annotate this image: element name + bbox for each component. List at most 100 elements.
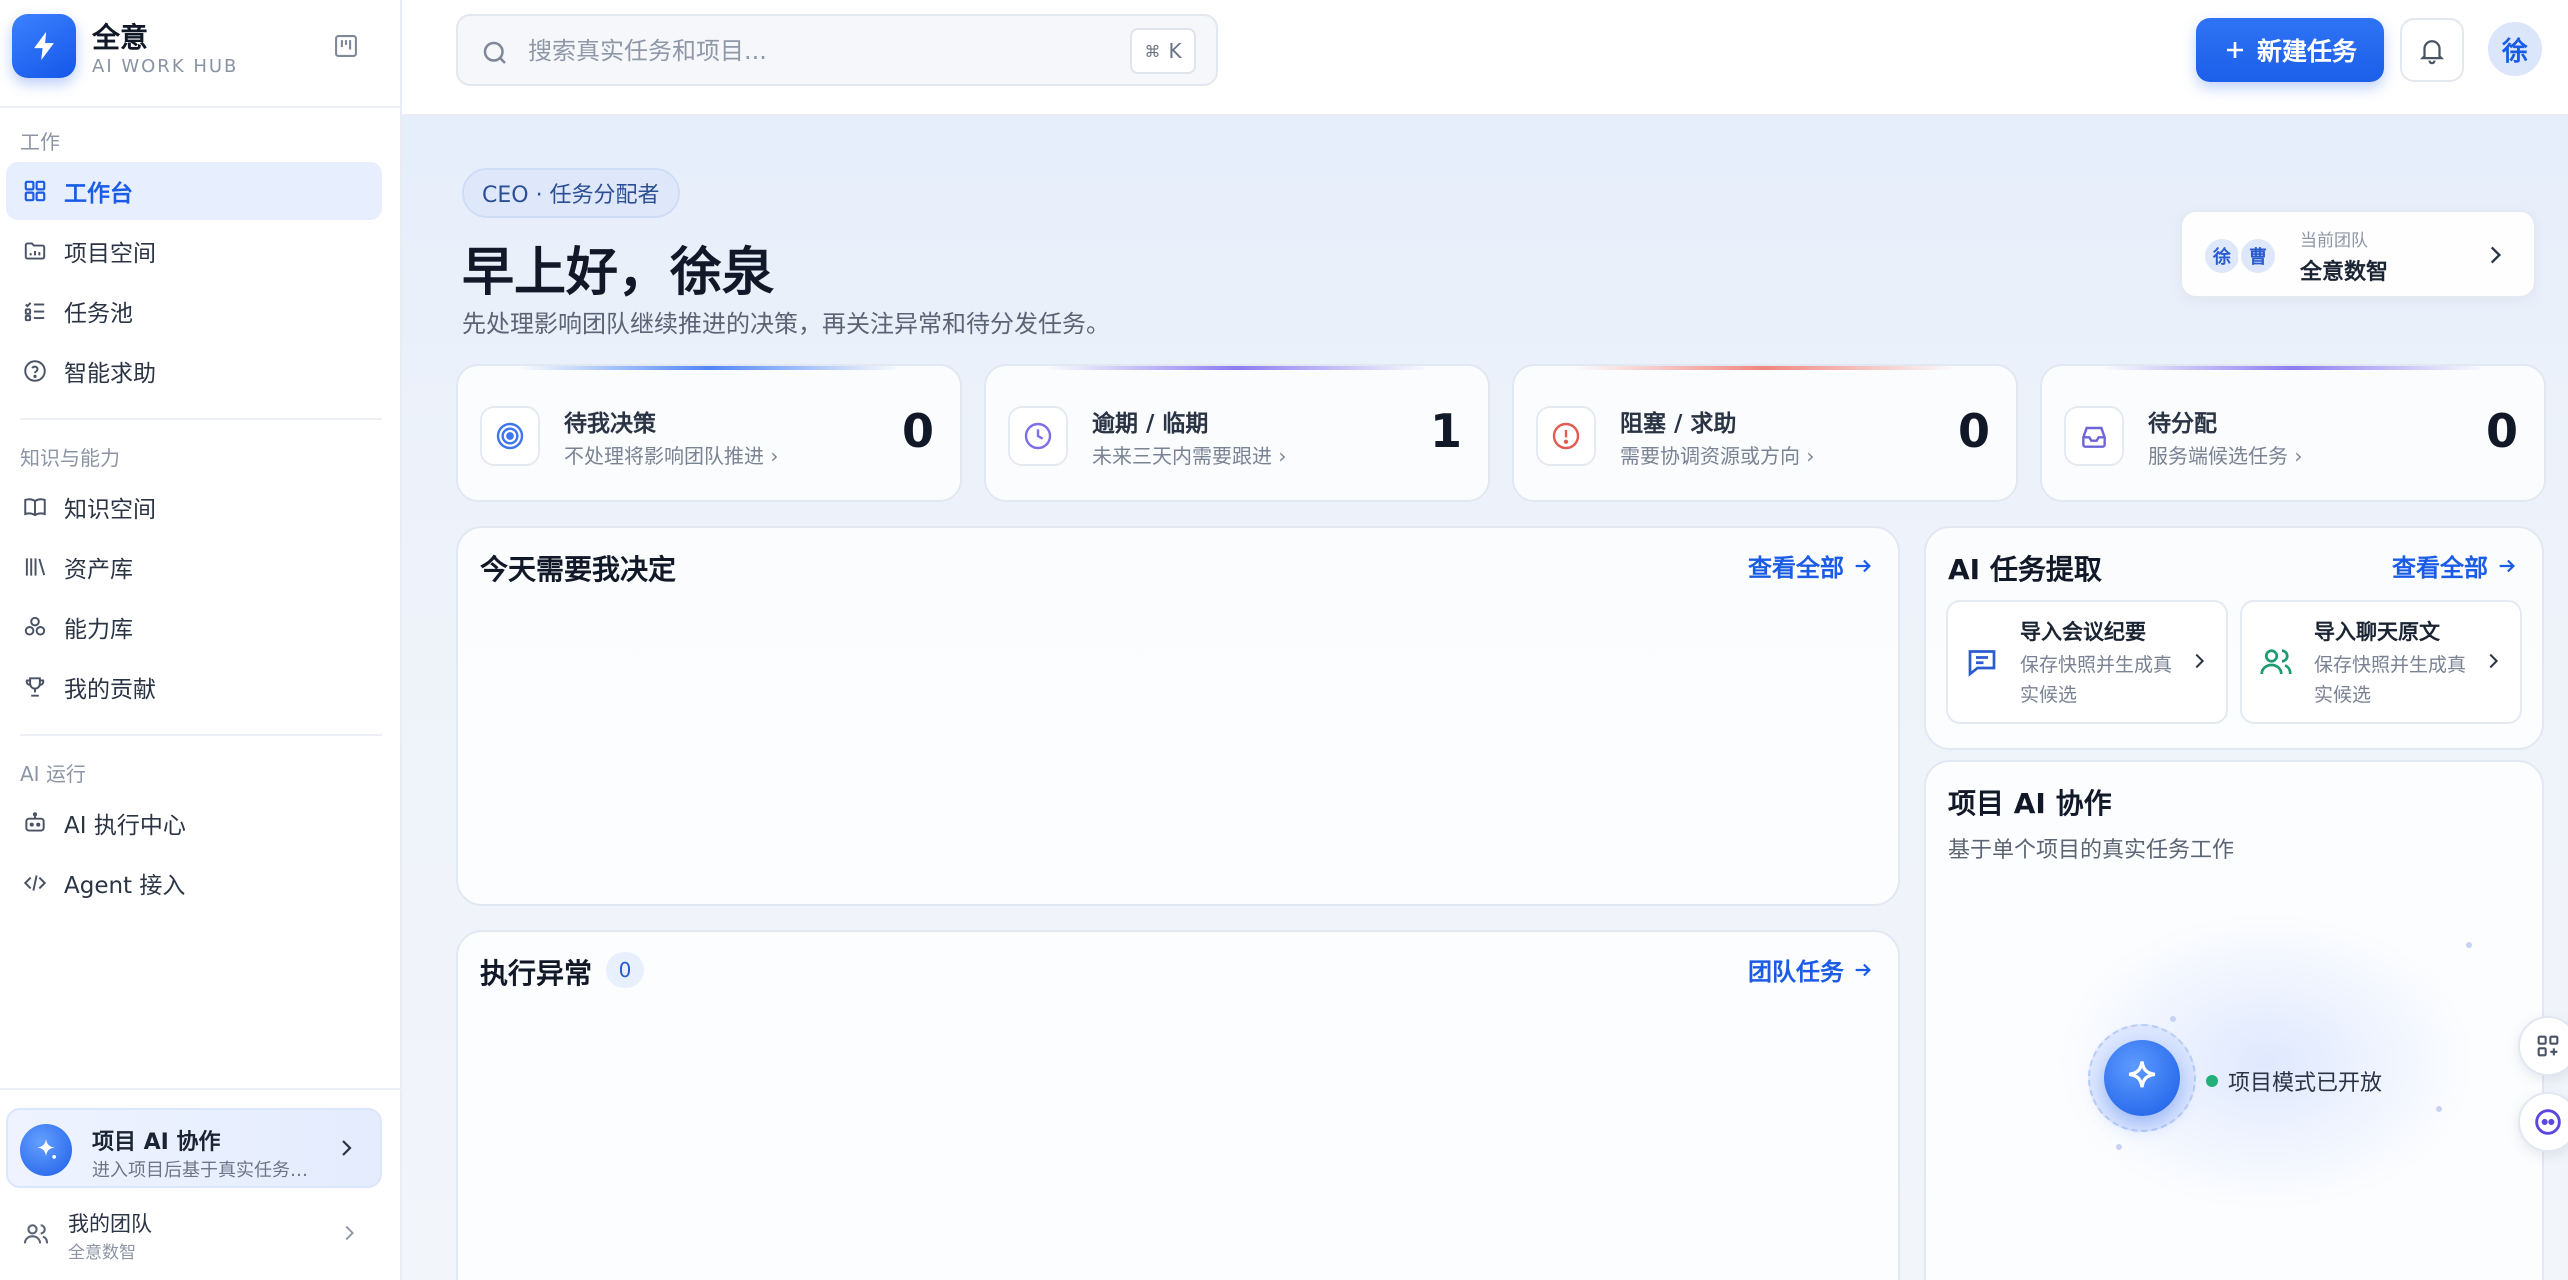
team-member-avatar: 徐 bbox=[2202, 236, 2242, 276]
stat-card-blocked[interactable]: 阻塞 / 求助 需要协调资源或方向 › 0 bbox=[1512, 364, 2018, 502]
panel-title: 执行异常 bbox=[480, 957, 593, 990]
stat-card-to-assign[interactable]: 待分配 服务端候选任务 › 0 bbox=[2040, 364, 2546, 502]
my-team-entry[interactable]: 我的团队 全意数智 bbox=[6, 1202, 382, 1266]
decor-dot bbox=[2170, 1016, 2176, 1022]
sidebar-item-label: AI 执行中心 bbox=[64, 813, 186, 839]
sidebar-item-knowledge-space[interactable]: 知识空间 bbox=[6, 478, 382, 536]
library-icon bbox=[25, 558, 46, 576]
notifications-button[interactable] bbox=[2400, 18, 2464, 82]
stat-card-pending-decisions[interactable]: 待我决策 不处理将影响团队推进 › 0 bbox=[456, 364, 962, 502]
panel-ai-task-extraction: AI 任务提取 查看全部 导入会议纪要 保存快照并生成真实候选 导入聊天原文 保… bbox=[1924, 526, 2544, 750]
import-meeting-notes-card[interactable]: 导入会议纪要 保存快照并生成真实候选 bbox=[1946, 600, 2228, 724]
sidebar-item-capability-library[interactable]: 能力库 bbox=[6, 598, 382, 656]
brand-logo[interactable] bbox=[12, 14, 76, 78]
search-shortcut-badge: ⌘ K bbox=[1130, 28, 1196, 74]
stat-icon-box bbox=[480, 406, 540, 466]
nav-section-work: 工作 bbox=[20, 130, 60, 154]
stat-subtitle: 需要协调资源或方向 › bbox=[1620, 444, 1815, 468]
sparkle-icon bbox=[37, 1138, 56, 1159]
help-circle-icon bbox=[24, 360, 46, 382]
stat-value: 0 bbox=[1957, 404, 1990, 458]
shortcut-key: K bbox=[1168, 39, 1182, 63]
sidebar-item-smart-help[interactable]: 智能求助 bbox=[6, 342, 382, 400]
decor-dot bbox=[2466, 942, 2472, 948]
import-card-desc: 保存快照并生成真实候选 bbox=[2314, 654, 2467, 706]
ai-collab-avatar bbox=[20, 1124, 72, 1176]
project-mode-status: 项目模式已开放 bbox=[2206, 1065, 2382, 1097]
topbar: ⌘ K 新建任务 徐 bbox=[402, 0, 2568, 116]
search-input[interactable] bbox=[528, 30, 1088, 72]
greeting-subtitle: 先处理影响团队继续推进的决策，再关注异常和待分发任务。 bbox=[462, 310, 1110, 338]
sidebar-item-label: 资产库 bbox=[64, 557, 133, 583]
current-team-switcher[interactable]: 徐 曹 当前团队 全意数智 bbox=[2180, 210, 2536, 298]
my-team-name: 全意数智 bbox=[68, 1243, 136, 1263]
view-all-extractions-link[interactable]: 查看全部 bbox=[2392, 548, 2518, 583]
assistant-icon bbox=[2535, 1109, 2561, 1135]
team-tasks-link[interactable]: 团队任务 bbox=[1748, 952, 1874, 987]
target-icon bbox=[496, 422, 524, 450]
sidebar-collapse-button[interactable] bbox=[330, 30, 362, 62]
alert-circle-icon bbox=[1552, 422, 1580, 450]
main-content: CEO · 任务分配者 早上好，徐泉 先处理影响团队继续推进的决策，再关注异常和… bbox=[402, 116, 2568, 1280]
nav-section-knowledge: 知识与能力 bbox=[20, 446, 120, 470]
sidebar-item-asset-library[interactable]: 资产库 bbox=[6, 538, 382, 596]
sidebar-item-settings[interactable]: 设置 bbox=[22, 1276, 62, 1280]
brand-subtitle: AI WORK HUB bbox=[92, 56, 239, 77]
chevron-right-icon bbox=[2489, 653, 2499, 669]
panel-link-label: 团队任务 bbox=[1748, 958, 1844, 986]
sidebar-item-workbench[interactable]: 工作台 bbox=[6, 162, 382, 220]
role-chip: CEO · 任务分配者 bbox=[462, 168, 680, 218]
sidebar-item-ai-exec-center[interactable]: AI 执行中心 bbox=[6, 794, 382, 852]
exceptions-count-badge: 0 bbox=[606, 952, 644, 988]
panel-title: 项目 AI 协作 bbox=[1948, 787, 2112, 820]
users-icon bbox=[23, 1224, 49, 1244]
project-ai-collab-entry[interactable]: 项目 AI 协作 进入项目后基于真实任务生成和调整任务 bbox=[6, 1108, 382, 1188]
decor-dot bbox=[2436, 1106, 2442, 1112]
stat-title: 待我决策 bbox=[564, 411, 656, 437]
stat-subtitle-text: 服务端候选任务 bbox=[2148, 444, 2288, 468]
sidebar-item-my-contribution[interactable]: 我的贡献 bbox=[6, 658, 382, 716]
code-icon bbox=[23, 875, 47, 891]
new-task-button[interactable]: 新建任务 bbox=[2196, 18, 2384, 82]
stat-title: 待分配 bbox=[2148, 411, 2217, 437]
panel-link-label: 查看全部 bbox=[1748, 554, 1844, 582]
user-avatar[interactable]: 徐 bbox=[2486, 20, 2544, 78]
folder-icon bbox=[24, 242, 46, 260]
view-all-decisions-link[interactable]: 查看全部 bbox=[1748, 548, 1874, 583]
search-bar[interactable]: ⌘ K bbox=[456, 14, 1218, 86]
status-dot bbox=[2206, 1075, 2218, 1087]
apps-icon bbox=[2537, 1035, 2559, 1057]
inbox-icon bbox=[2082, 426, 2106, 448]
stat-value: 1 bbox=[1429, 404, 1462, 458]
sparkle-icon bbox=[2128, 1061, 2156, 1088]
ai-collab-subtitle: 进入项目后基于真实任务生成和调整任务 bbox=[92, 1160, 322, 1181]
panel-project-ai-collab: 项目 AI 协作 基于单个项目的真实任务工作 项目模式已开放 bbox=[1924, 760, 2544, 1280]
chevron-right-icon bbox=[2490, 246, 2502, 264]
panel-title: AI 任务提取 bbox=[1948, 553, 2102, 586]
stat-card-overdue[interactable]: 逾期 / 临期 未来三天内需要跟进 › 1 bbox=[984, 364, 1490, 502]
sidebar-item-task-pool[interactable]: 任务池 bbox=[6, 282, 382, 340]
panel-subtitle: 基于单个项目的真实任务工作 bbox=[1948, 838, 2235, 863]
ai-orb-button[interactable] bbox=[2104, 1040, 2180, 1116]
stat-accent-line bbox=[1574, 366, 1956, 370]
ai-collab-title: 项目 AI 协作 bbox=[92, 1130, 221, 1155]
import-chat-log-card[interactable]: 导入聊天原文 保存快照并生成真实候选 bbox=[2240, 600, 2522, 724]
sidebar-item-projects[interactable]: 项目空间 bbox=[6, 222, 382, 280]
stat-subtitle: 未来三天内需要跟进 › bbox=[1092, 444, 1287, 468]
chevron-right-icon bbox=[345, 1225, 354, 1241]
project-mode-status-text: 项目模式已开放 bbox=[2228, 1071, 2383, 1096]
panel-today-decisions: 今天需要我决定 查看全部 bbox=[456, 526, 1900, 906]
nav-divider bbox=[20, 418, 382, 420]
sidebar-item-agent-access[interactable]: Agent 接入 bbox=[6, 854, 382, 912]
sidebar-item-label: 能力库 bbox=[64, 617, 133, 643]
stat-value: 0 bbox=[901, 404, 934, 458]
stat-accent-line bbox=[1046, 366, 1428, 370]
import-card-title: 导入聊天原文 bbox=[2314, 620, 2440, 644]
panel-link-label: 查看全部 bbox=[2392, 554, 2488, 582]
stat-subtitle-text: 未来三天内需要跟进 bbox=[1092, 444, 1272, 468]
trophy-icon bbox=[25, 677, 45, 697]
arrow-right-icon bbox=[2499, 559, 2515, 572]
sidebar-item-label: 智能求助 bbox=[64, 361, 156, 387]
greeting-title: 早上好，徐泉 bbox=[462, 243, 775, 303]
panel-collapse-icon bbox=[335, 35, 357, 57]
